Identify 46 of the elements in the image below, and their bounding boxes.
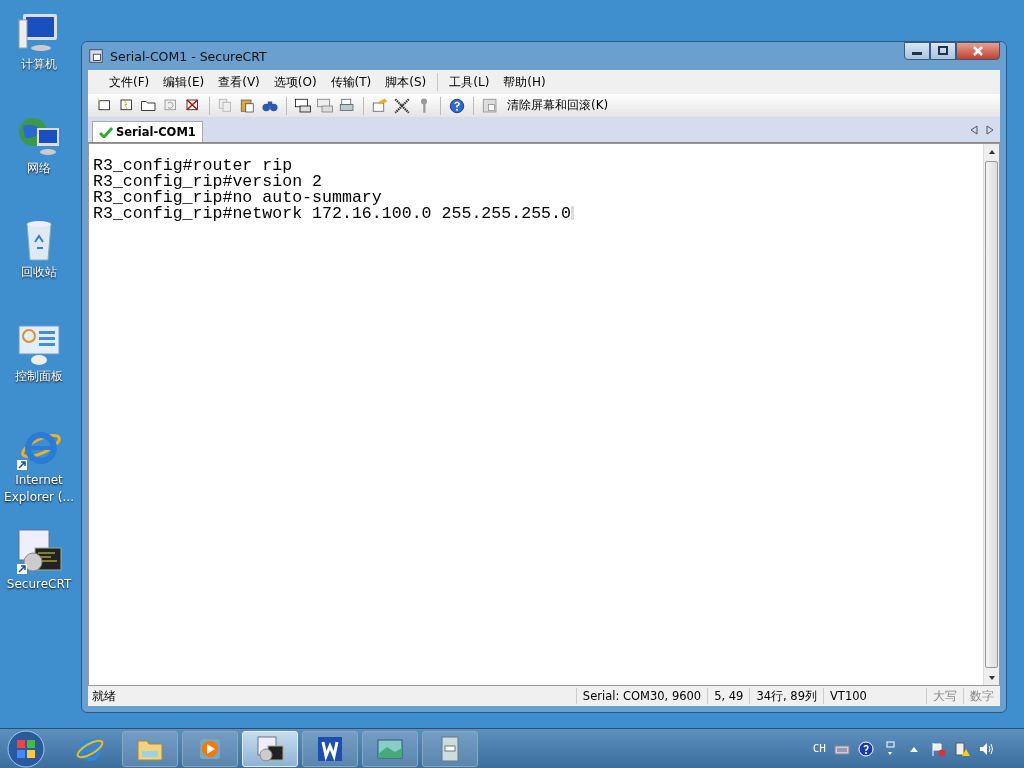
terminal-line: R3_config_rip#no auto-summary [93,190,383,206]
crossed-tools-icon[interactable] [393,96,411,115]
minimize-button[interactable] [904,42,930,60]
maximize-icon [937,46,949,56]
window-title: Serial-COM1 - SecureCRT [110,48,267,64]
terminal-line: R3_config_rip#network 172.16.100.0 255.255.255.0 [93,206,983,222]
terminal-line: R3_config_rip#version 2 [93,174,324,190]
text-cursor [571,206,574,220]
right-arrow-icon[interactable] [986,124,994,135]
help-icon[interactable] [858,740,874,757]
down-arrow-icon[interactable] [987,673,996,682]
emulation-type: VT100 [823,688,926,704]
network-warning-icon[interactable] [954,740,970,757]
left-arrow-icon[interactable] [970,124,978,135]
help-icon[interactable] [448,96,466,115]
checkmark-icon [99,126,113,138]
cursor-position: 5, 49 [707,688,750,704]
menu-item[interactable]: 编辑(E) [156,73,212,91]
menu-item[interactable]: 工具(L) [442,73,497,91]
menu-item[interactable]: 选项(O) [266,73,324,91]
menu-item[interactable]: 查看(V) [211,73,267,91]
menu-item[interactable]: 文件(F) [102,73,157,91]
key-indicator: 数字 [963,688,1000,704]
session-tab[interactable]: Serial-COM1 [92,121,203,142]
language-indicator[interactable]: CH [812,742,826,755]
app-window-icon [88,48,104,64]
scrollbar[interactable] [983,144,999,685]
scrollbar-thumb[interactable] [985,161,998,668]
status-message: 就绪 [91,688,117,704]
terminal-window-icon [255,733,285,764]
menu-item[interactable]: 脚本(S) [378,73,434,91]
terminal-size: 34行, 89列 [749,688,823,704]
terminal-window-icon[interactable] [15,528,63,576]
maximize-button[interactable] [930,42,956,60]
key-indicator: 大写 [926,688,963,704]
close-icon [972,46,984,56]
start-orb-icon[interactable] [6,728,46,768]
close-button[interactable] [956,42,1000,60]
clipboard-icon[interactable] [239,96,257,115]
menu-item[interactable]: 帮助(H) [496,73,553,91]
taskbar-button[interactable] [302,730,358,767]
connection-info: Serial: COM30, 9600 [575,688,708,704]
terminal-line: R3_config#router rip [93,158,293,174]
clear-screen-button[interactable]: 清除屏幕和回滚(K) [507,97,609,114]
menu-item[interactable]: 传输(T) [323,73,379,91]
flag-error-icon[interactable] [930,740,946,757]
